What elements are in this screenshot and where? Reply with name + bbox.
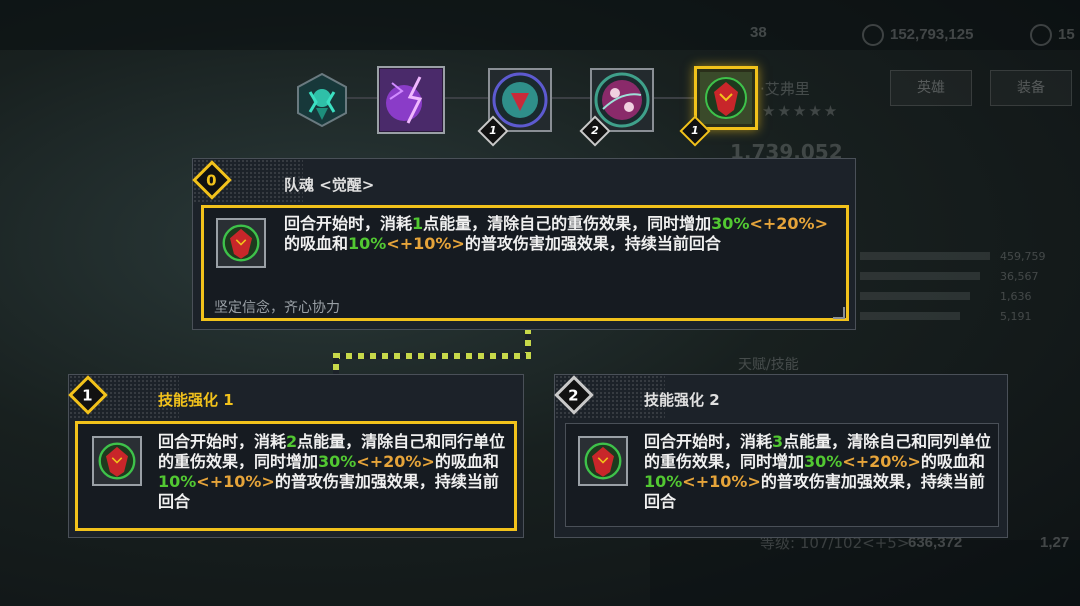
corner-mark bbox=[833, 307, 845, 319]
purple-lightning-icon bbox=[380, 69, 442, 131]
bg-attr-bar bbox=[860, 272, 980, 280]
desc-segment: <+10%> bbox=[196, 472, 275, 491]
skill-slot-5-selected[interactable] bbox=[694, 66, 758, 130]
desc-segment: 的吸血和 bbox=[434, 452, 499, 471]
teal-demon-hex-icon bbox=[297, 72, 347, 128]
bg-hero-stars: ★★★★★ bbox=[762, 102, 840, 120]
desc-segment: 回合开始时，消耗 bbox=[644, 432, 773, 451]
desc-segment: 1 bbox=[412, 214, 424, 233]
desc-segment: <+20%> bbox=[749, 214, 828, 233]
red-crest-icon bbox=[222, 224, 260, 262]
desc-segment: <+10%> bbox=[682, 472, 761, 491]
desc-segment: 3 bbox=[772, 432, 784, 451]
desc-segment: 回合开始时，消耗 bbox=[158, 432, 287, 451]
red-crest-icon bbox=[98, 442, 136, 480]
chain-skull-orb-icon bbox=[594, 72, 650, 128]
enhancement-2-skill-icon-frame bbox=[578, 436, 628, 486]
desc-segment: 点能量，清除自己的重伤效果，同时增加 bbox=[423, 214, 712, 233]
bg-stat-gold: 152,793,125 bbox=[862, 24, 973, 46]
gem-icon bbox=[1030, 24, 1052, 46]
desc-segment: <+10%> bbox=[386, 234, 465, 253]
awakening-flavor-text: 坚定信念，齐心协力 bbox=[214, 300, 340, 316]
enhancement-1-skill-icon-frame bbox=[92, 436, 142, 486]
enhancement-2-title: 技能强化 2 bbox=[644, 391, 720, 409]
awakening-description: 回合开始时，消耗1点能量，清除自己的重伤效果，同时增加30%<+20%> 的吸血和… bbox=[284, 214, 840, 254]
enhancement-1-title: 技能强化 1 bbox=[158, 391, 234, 409]
bg-bottom-value2: 1,27 bbox=[1040, 534, 1070, 551]
bg-attr-bar bbox=[860, 292, 970, 300]
skill-slot-2[interactable] bbox=[377, 66, 445, 134]
awakening-skill-icon-frame bbox=[216, 218, 266, 268]
bg-tab-equipment: 装备 bbox=[990, 70, 1072, 106]
bg-tab-hero: 英雄 bbox=[890, 70, 972, 106]
desc-segment: 的普攻伤害加强效果，持续当前回合 bbox=[464, 234, 721, 253]
desc-segment: 10% bbox=[158, 472, 197, 491]
bg-stat-3: 15 bbox=[1030, 24, 1075, 46]
red-crest-icon bbox=[700, 72, 752, 124]
enhancement-2-description: 回合开始时，消耗3点能量，清除自己和同列单位的重伤效果，同时增加30%<+20%… bbox=[644, 432, 1000, 512]
red-crest-icon bbox=[584, 442, 622, 480]
desc-segment: 的吸血和 bbox=[284, 234, 349, 253]
awakening-title: 队魂 <觉醒> bbox=[284, 176, 375, 194]
bg-stat-1: 38 bbox=[750, 24, 767, 41]
desc-segment: 的吸血和 bbox=[920, 452, 985, 471]
desc-segment: 30% bbox=[318, 452, 357, 471]
coin-icon bbox=[862, 24, 884, 46]
bg-hero-name: ·艾弗里 bbox=[760, 80, 810, 98]
desc-segment: 30% bbox=[804, 452, 843, 471]
desc-segment: 10% bbox=[644, 472, 683, 491]
bg-attr-value: 5,191 bbox=[1000, 310, 1032, 323]
bg-attr-value: 1,636 bbox=[1000, 290, 1032, 303]
bg-attr-value: 36,567 bbox=[1000, 270, 1039, 283]
skill-slot-1[interactable] bbox=[296, 72, 348, 128]
green-mask-orb-icon bbox=[492, 72, 548, 128]
bg-talent-label: 天赋/技能 bbox=[738, 357, 799, 373]
bg-attr-value: 459,759 bbox=[1000, 250, 1046, 263]
desc-segment: 2 bbox=[286, 432, 298, 451]
desc-segment: <+20%> bbox=[842, 452, 921, 471]
enhancement-1-description: 回合开始时，消耗2点能量，清除自己和同行单位的重伤效果，同时增加30%<+20%… bbox=[158, 432, 510, 512]
bg-attr-bar bbox=[860, 252, 990, 260]
desc-segment: <+20%> bbox=[356, 452, 435, 471]
desc-segment: 30% bbox=[711, 214, 750, 233]
bg-attr-bar bbox=[860, 312, 960, 320]
desc-segment: 10% bbox=[348, 234, 387, 253]
desc-segment: 回合开始时，消耗 bbox=[284, 214, 413, 233]
